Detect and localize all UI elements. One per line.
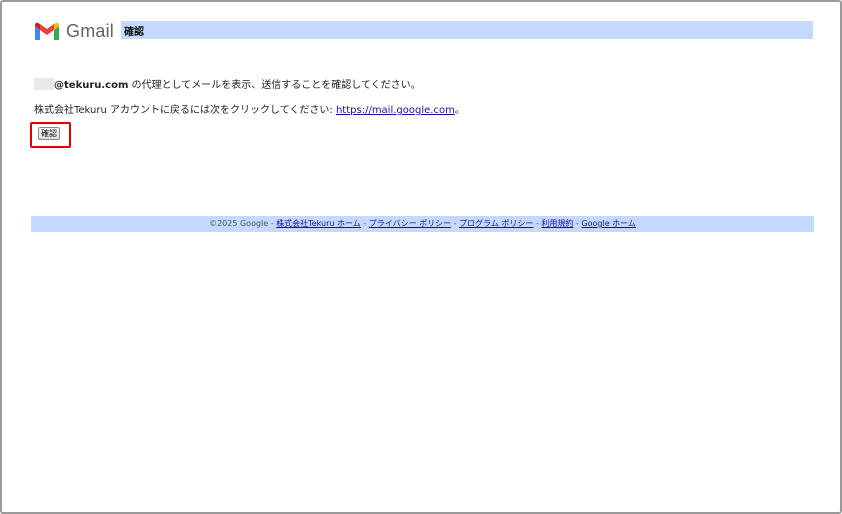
delegator-email: @tekuru.com [54,80,129,91]
page-title: 確認 [124,27,144,38]
browser-frame: Gmail 確認 @tekuru.com の代理としてメールを表示、送信すること… [0,0,842,514]
gmail-m-icon [35,22,59,40]
header: Gmail 確認 [32,18,814,44]
redacted-username [34,78,54,90]
footer-link-privacy-policy[interactable]: プライバシー ポリシー [369,219,451,228]
gmail-logo: Gmail [32,18,115,42]
footer-link-program-policy[interactable]: プログラム ポリシー [459,219,533,228]
confirm-highlight: 確認 [30,122,71,148]
delegation-message: @tekuru.com の代理としてメールを表示、送信することを確認してください… [34,78,421,94]
confirm-button[interactable]: 確認 [38,127,60,140]
gmail-logo-text: Gmail [66,21,115,41]
return-message: 株式会社Tekuru アカウントに戻るには次をクリックしてください: https… [34,103,465,119]
footer-copyright: ©2025 Google [209,219,269,228]
footer-separator: - [268,219,277,228]
footer-separator: - [360,219,369,228]
footer-link-terms[interactable]: 利用規約 [541,219,573,228]
footer: ©2025 Google - 株式会社Tekuru ホーム - プライバシー ポ… [31,216,814,232]
return-message-suffix: 。 [454,105,465,116]
gmail-link[interactable]: https://mail.google.com [336,105,455,116]
footer-link-google-home[interactable]: Google ホーム [581,219,636,228]
return-message-text: 株式会社Tekuru アカウントに戻るには次をクリックしてください: [34,105,336,116]
footer-link-tekuru-home[interactable]: 株式会社Tekuru ホーム [276,219,361,228]
title-bar: 確認 [121,21,813,39]
delegation-message-text: の代理としてメールを表示、送信することを確認してください。 [128,80,421,91]
footer-separator: - [451,219,460,228]
